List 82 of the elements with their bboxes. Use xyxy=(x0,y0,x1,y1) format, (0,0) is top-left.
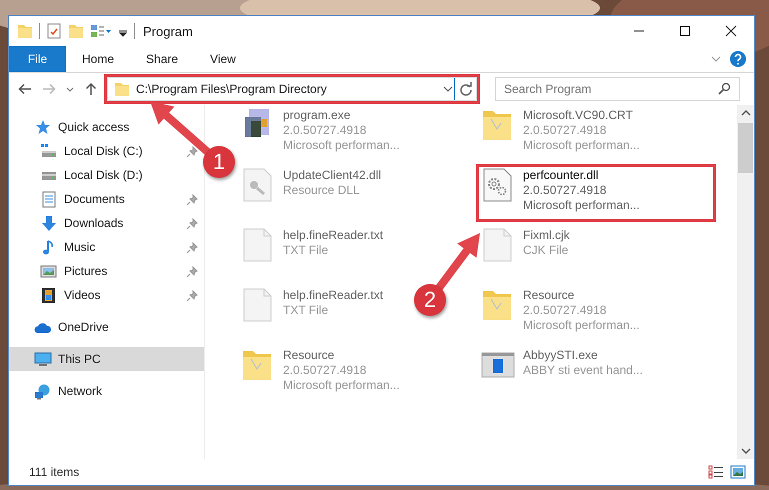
file-item[interactable]: help.fineReader.txt TXT File xyxy=(237,285,388,341)
window-title: Program xyxy=(143,24,194,38)
file-detail: 2.0.50727.4918 xyxy=(283,363,368,378)
file-name: Resource xyxy=(523,288,576,303)
file-item[interactable]: perfcounter.dll 2.0.50727.4918 Microsoft performan... xyxy=(477,165,715,221)
ribbon-tab[interactable]: Share xyxy=(130,46,194,72)
file-item[interactable]: help.fineReader.txt TXT File xyxy=(237,225,388,281)
file-name: help.fineReader.txt xyxy=(283,228,384,243)
file-detail: Resource DLL xyxy=(283,183,361,198)
file-name: perfcounter.dll xyxy=(523,168,600,183)
file-item[interactable]: Resource 2.0.50727.4918 Microsoft performan... xyxy=(477,285,644,341)
search-field[interactable]: Search Program xyxy=(495,77,740,101)
scroll-up-icon[interactable] xyxy=(740,109,750,117)
file-item[interactable]: Fixml.cjk CJK File xyxy=(477,225,574,281)
scroll-down-icon[interactable] xyxy=(740,447,750,455)
sidebar-item[interactable]: Documents xyxy=(9,187,204,211)
drive-icon xyxy=(40,142,58,160)
file-name: Fixml.cjk xyxy=(523,228,570,243)
scrollbar-thumb[interactable] xyxy=(738,123,753,173)
download-icon xyxy=(40,214,58,232)
file-detail: 2.0.50727.4918 xyxy=(523,183,608,198)
pin-icon[interactable] xyxy=(186,290,198,302)
pin-icon[interactable] xyxy=(186,218,198,230)
file-detail: CJK File xyxy=(523,243,570,258)
file-item[interactable]: program.exe 2.0.50727.4918 Microsoft performan... xyxy=(237,105,404,161)
back-icon[interactable] xyxy=(17,81,33,97)
pin-icon[interactable] xyxy=(186,194,198,206)
file-detail: 2.0.50727.4918 xyxy=(523,123,608,138)
file-detail: Microsoft performan... xyxy=(523,198,640,213)
details-view-icon[interactable] xyxy=(708,465,724,479)
file-detail: ABBY sti event hand... xyxy=(523,363,643,378)
folder-icon xyxy=(114,81,130,97)
file-name: program.exe xyxy=(283,108,352,123)
file-item[interactable]: Resource 2.0.50727.4918 Microsoft performan... xyxy=(237,345,404,401)
file-detail: Microsoft performan... xyxy=(283,138,400,153)
large-icons-view-icon[interactable] xyxy=(730,465,746,479)
file-detail: Microsoft performan... xyxy=(523,318,640,333)
file-detail: Microsoft performan... xyxy=(523,138,640,153)
address-bar[interactable]: C:\Program Files\Program Directory xyxy=(107,77,477,101)
close-icon xyxy=(725,25,737,37)
sidebar-item[interactable]: Local Disk (D:) xyxy=(9,163,204,187)
sidebar-item[interactable]: This PC xyxy=(9,347,204,371)
pin-icon[interactable] xyxy=(186,266,198,278)
file-detail: 2.0.50727.4918 xyxy=(523,303,608,318)
file-item[interactable]: UpdateClient42.dll Resource DLL xyxy=(237,165,386,221)
file-detail: TXT File xyxy=(283,243,330,258)
up-icon[interactable] xyxy=(83,81,99,97)
sidebar-item[interactable]: Music xyxy=(9,235,204,259)
file-name: Resource xyxy=(283,348,336,363)
file-name: help.fineReader.txt xyxy=(283,288,384,303)
file-item[interactable]: Microsoft.VC90.CRT 2.0.50727.4918 Microsoft performan... xyxy=(477,105,644,161)
sidebar-item[interactable]: Pictures xyxy=(9,259,204,283)
file-detail: 2.0.50727.4918 xyxy=(283,123,368,138)
file-detail: Microsoft performan... xyxy=(283,378,400,393)
ribbon-tab[interactable]: File xyxy=(9,46,66,72)
file-detail: TXT File xyxy=(283,303,330,318)
network-icon xyxy=(34,382,52,400)
document-icon xyxy=(40,190,58,208)
star-icon xyxy=(34,118,52,136)
item-count: 111 items xyxy=(29,465,80,479)
help-icon[interactable] xyxy=(730,51,746,67)
pin-icon[interactable] xyxy=(186,146,198,158)
file-name: Microsoft.VC90.CRT xyxy=(523,108,634,123)
properties-icon[interactable] xyxy=(46,23,62,39)
file-name: UpdateClient42.dll xyxy=(283,168,382,183)
file-item[interactable]: AbbyySTI.exe ABBY sti event hand... xyxy=(477,345,647,401)
refresh-icon xyxy=(458,82,472,96)
sidebar-item[interactable]: Downloads xyxy=(9,211,204,235)
picture-icon xyxy=(40,262,58,280)
pin-icon[interactable] xyxy=(186,242,198,254)
sidebar-item[interactable]: Videos xyxy=(9,283,204,307)
maximize-icon xyxy=(679,25,691,37)
sidebar-item[interactable]: Local Disk (C:) xyxy=(9,139,204,163)
film-icon xyxy=(40,286,58,304)
monitor-icon xyxy=(34,350,52,368)
sidebar-item[interactable]: Network xyxy=(9,379,204,403)
ribbon-tab[interactable]: Home xyxy=(66,46,130,72)
view-icon[interactable] xyxy=(90,23,112,39)
sidebar-item[interactable]: OneDrive xyxy=(9,315,204,339)
file-name: AbbyySTI.exe xyxy=(523,348,599,363)
ribbon-tab[interactable]: View xyxy=(194,46,252,72)
sidebar-item[interactable]: Quick access xyxy=(9,115,204,139)
